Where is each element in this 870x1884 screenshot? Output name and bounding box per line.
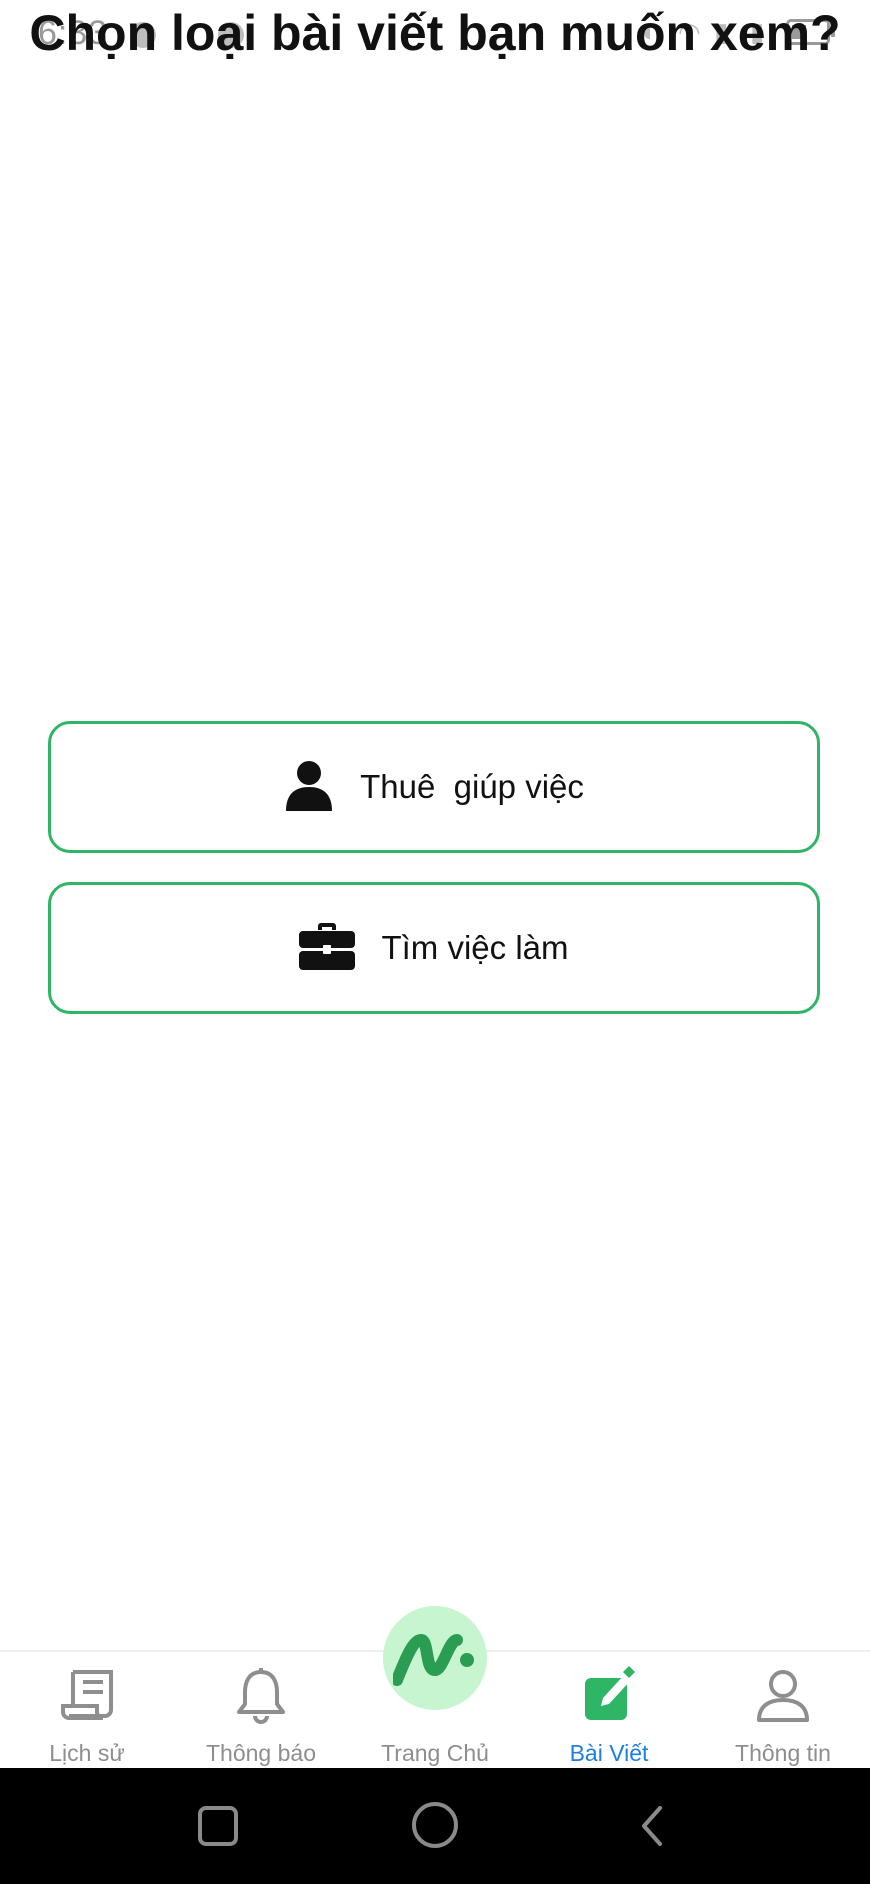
hire-helper-label: Thuê giúp việc (360, 768, 584, 805)
nav-item-notifications[interactable]: Thông báo (174, 1652, 348, 1770)
find-job-label: Tìm việc làm (381, 929, 569, 966)
briefcase-icon (299, 922, 356, 975)
nav-item-profile[interactable]: Thông tin (696, 1652, 870, 1770)
nav-label-history: Lịch sử (49, 1740, 125, 1766)
nav-item-history[interactable]: Lịch sử (0, 1652, 174, 1770)
person-icon (284, 759, 334, 816)
recent-apps-icon[interactable] (196, 1804, 240, 1848)
system-navigation-bar (0, 1768, 870, 1884)
nav-label-home: Trang Chủ (381, 1740, 489, 1766)
nav-label-notifications: Thông báo (206, 1740, 316, 1766)
back-icon[interactable] (636, 1804, 668, 1848)
edit-post-icon (585, 1666, 635, 1720)
hire-helper-button[interactable]: Thuê giúp việc (48, 721, 820, 853)
nav-item-posts[interactable]: Bài Viết (522, 1652, 696, 1770)
user-outline-icon (757, 1670, 809, 1722)
home-fab-button[interactable] (383, 1606, 487, 1710)
page-title: Chọn loại bài viết bạn muốn xem? (29, 5, 841, 61)
bell-icon (237, 1668, 285, 1724)
home-logo-icon (393, 1633, 474, 1686)
nav-label-posts: Bài Viết (569, 1740, 649, 1766)
receipt-icon (61, 1670, 113, 1720)
nav-label-profile: Thông tin (735, 1740, 831, 1766)
home-circle-icon[interactable] (410, 1800, 460, 1850)
find-job-button[interactable]: Tìm việc làm (48, 882, 820, 1014)
